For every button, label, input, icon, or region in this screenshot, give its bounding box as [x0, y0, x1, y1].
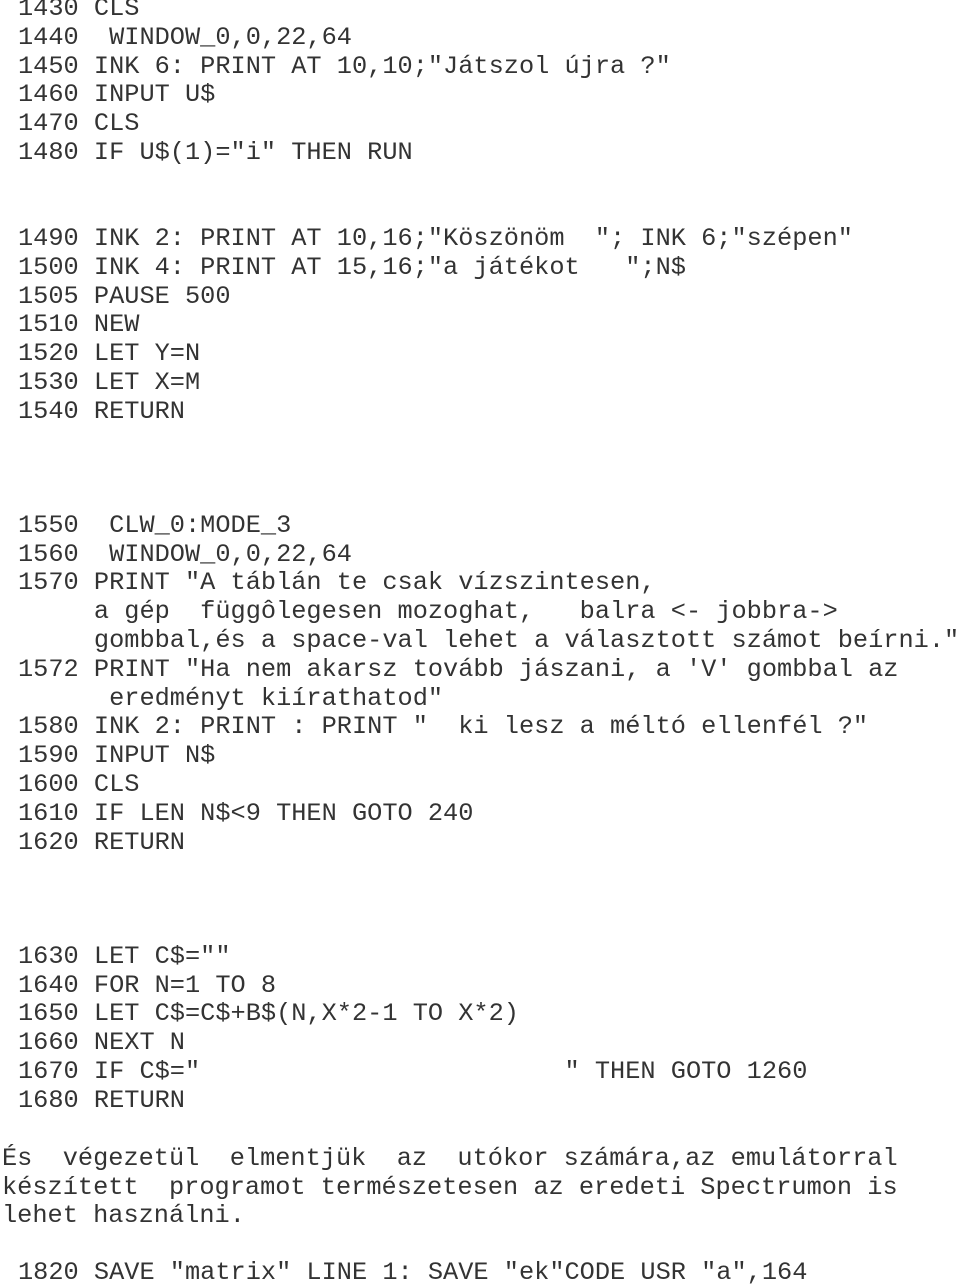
code-line: 1520 LET Y=N	[18, 339, 201, 368]
code-line: 1590 INPUT N$	[18, 741, 216, 770]
code-line: 1550 CLW_0:MODE_3	[18, 511, 292, 540]
prose-line: lehet használni.	[2, 1201, 245, 1230]
code-line: 1680 RETURN	[18, 1086, 185, 1115]
code-line: a gép függôlegesen mozoghat, balra <- jo…	[18, 597, 838, 626]
code-line: 1572 PRINT "Ha nem akarsz tovább jászani…	[18, 655, 899, 684]
code-line: 1600 CLS	[18, 770, 140, 799]
code-line: 1440 WINDOW_0,0,22,64	[18, 22, 352, 52]
code-line: 1510 NEW	[18, 310, 140, 339]
code-line: 1500 INK 4: PRINT AT 15,16;"a játékot ";…	[18, 253, 686, 282]
code-line: 1610 IF LEN N$<9 THEN GOTO 240	[18, 799, 474, 828]
code-line: 1640 FOR N=1 TO 8	[18, 971, 277, 1000]
code-line: 1460 INPUT U$	[18, 80, 216, 110]
code-line: 1620 RETURN	[18, 828, 185, 857]
code-line: 1470 CLS	[18, 109, 140, 139]
code-line: 1560 WINDOW_0,0,22,64	[18, 540, 352, 569]
code-line: eredményt kiírathatod"	[18, 684, 444, 713]
code-line: 1580 INK 2: PRINT : PRINT " ki lesz a mé…	[18, 712, 869, 741]
code-line: 1540 RETURN	[18, 397, 185, 426]
code-line: 1430 CLS	[18, 0, 140, 23]
code-line: 1670 IF C$=" " THEN GOTO 1260	[18, 1057, 808, 1086]
code-line: 1660 NEXT N	[18, 1028, 185, 1057]
code-line: 1490 INK 2: PRINT AT 10,16;"Köszönöm "; …	[18, 224, 853, 253]
code-line: gombbal,és a space-val lehet a választot…	[18, 626, 960, 655]
code-line: 1570 PRINT "A táblán te csak vízszintese…	[18, 568, 656, 597]
code-line: 1630 LET C$=""	[18, 942, 231, 971]
code-line: 1820 SAVE "matrix" LINE 1: SAVE "ek"CODE…	[18, 1258, 808, 1287]
prose-line: készített programot természetesen az ere…	[2, 1173, 898, 1202]
code-line: 1505 PAUSE 500	[18, 282, 231, 311]
code-line: 1480 IF U$(1)="i" THEN RUN	[18, 138, 413, 167]
code-line: 1450 INK 6: PRINT AT 10,10;"Játszol újra…	[18, 51, 671, 81]
code-line: 1530 LET X=M	[18, 368, 201, 397]
prose-line: És végezetül elmentjük az utókor számára…	[2, 1144, 898, 1173]
code-line: 1650 LET C$=C$+B$(N,X*2-1 TO X*2)	[18, 999, 519, 1028]
